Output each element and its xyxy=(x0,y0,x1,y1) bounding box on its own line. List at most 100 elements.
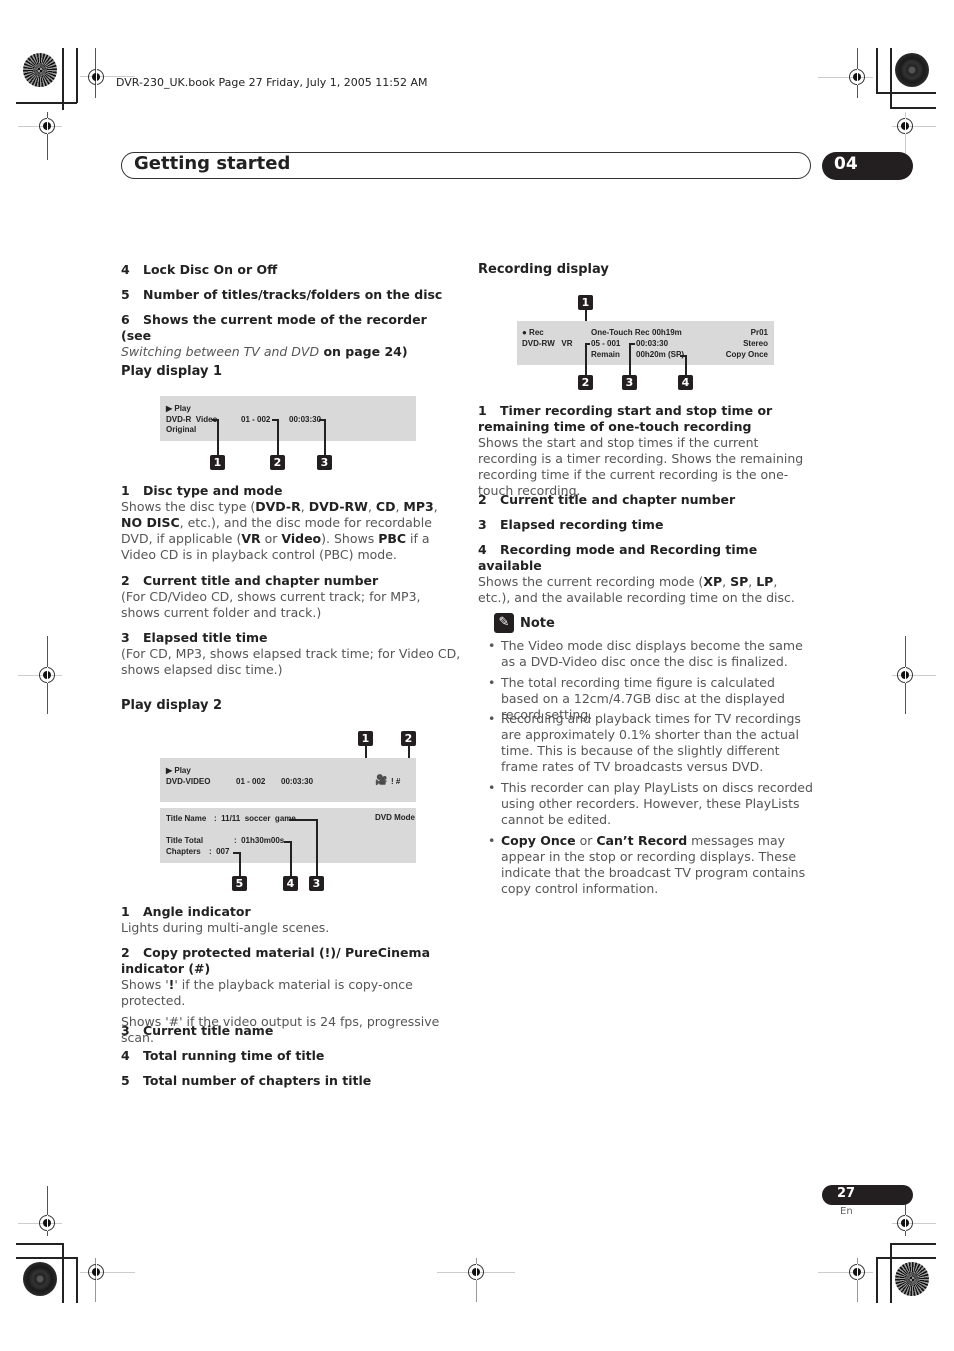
list-item: 5 Number of titles/tracks/folders on the … xyxy=(121,287,443,302)
lcd-time: 00:03:30 xyxy=(289,415,322,424)
lcd-available: 00h20m (SP) xyxy=(636,350,685,359)
lcd-disc-type: DVD-R Video xyxy=(166,415,218,424)
callout-badge: 3 xyxy=(317,455,332,470)
lcd-audio: Stereo xyxy=(743,339,768,348)
registration-target-icon xyxy=(39,667,55,683)
note-bullet: • The Video mode disc displays become the… xyxy=(488,638,803,669)
section-heading: Play display 1 xyxy=(121,364,223,379)
leader-line xyxy=(585,343,587,375)
lcd-title-total-value: : 01h30m00s xyxy=(234,836,285,845)
crop-line xyxy=(876,1257,936,1259)
item-description: Shows the start and stop times if the cu… xyxy=(478,435,804,498)
list-item: 2 Current title and chapter number xyxy=(478,492,736,507)
list-item: 1 Angle indicator Lights during multi-ang… xyxy=(121,904,461,936)
leader-line xyxy=(277,419,279,455)
lcd-disc-mode: Original xyxy=(166,425,197,434)
lcd-chapter: 05 - 001 xyxy=(591,339,621,348)
callout-badge: 4 xyxy=(678,375,693,390)
list-item: 1 Disc type and mode Shows the disc type … xyxy=(121,483,461,563)
list-item: 3 Elapsed recording time xyxy=(478,517,664,532)
list-item: 6 Shows the current mode of the recorder … xyxy=(121,312,427,359)
list-item: 2 Current title and chapter number (For C… xyxy=(121,573,461,621)
callout-badge: 3 xyxy=(309,876,324,891)
note-bullet: • This recorder can play PlayLists on dis… xyxy=(488,780,813,827)
list-item: 4 Recording mode and Recording time avail… xyxy=(478,542,813,606)
section-heading: Play display 2 xyxy=(121,698,223,713)
chapter-number-badge: 04 xyxy=(822,152,913,180)
leader-line xyxy=(217,419,219,455)
crop-line xyxy=(890,48,892,108)
angle-indicator-icon: 🎥 xyxy=(375,775,388,786)
language-label: En xyxy=(840,1206,853,1217)
list-item: 1 Timer recording start and stop time or … xyxy=(478,403,813,499)
lcd-chapter: 01 - 002 xyxy=(236,777,266,786)
list-item: 3 Current title name xyxy=(121,1023,274,1038)
print-header: DVR-230_UK.book Page 27 Friday, July 1, … xyxy=(116,76,428,89)
section-heading: Recording display xyxy=(478,262,609,277)
lcd-copy-status: Copy Once xyxy=(725,350,768,359)
lcd-status: ▶ Play xyxy=(166,766,191,775)
crop-line xyxy=(76,48,78,103)
list-item: 4 Lock Disc On or Off xyxy=(121,262,278,277)
crop-line xyxy=(16,102,77,104)
registration-target-icon xyxy=(849,1264,865,1280)
lcd-dvd-mode: DVD Mode xyxy=(375,813,415,822)
list-item: 4 Total running time of title xyxy=(121,1048,325,1063)
lcd-title-name-value: : 11/11 soccer game xyxy=(214,814,296,823)
registration-target-icon xyxy=(88,69,104,85)
registration-disc-icon xyxy=(895,1262,929,1296)
chapter-title: Getting started xyxy=(134,153,291,174)
leader-line xyxy=(289,819,317,821)
registration-target-icon xyxy=(897,1215,913,1231)
crop-line xyxy=(876,92,936,94)
callout-badge: 2 xyxy=(401,731,416,746)
callout-badge: 1 xyxy=(358,731,373,746)
lcd-channel: Pr01 xyxy=(750,328,768,337)
callout-badge: 5 xyxy=(232,876,247,891)
lcd-rec-status: ● Rec xyxy=(522,328,544,337)
lcd-chapter: 01 - 002 xyxy=(241,415,271,424)
crop-line xyxy=(76,1257,78,1303)
pencil-icon: ✎ xyxy=(494,613,514,633)
registration-disc-icon xyxy=(895,53,929,87)
crop-line xyxy=(890,107,936,109)
lcd-rec-type: One-Touch Rec xyxy=(591,328,650,337)
registration-target-icon xyxy=(39,118,55,134)
lcd-rec-remaining: 00h19m xyxy=(652,328,682,337)
crop-line xyxy=(876,48,878,93)
leader-line xyxy=(316,819,318,876)
cross-reference-link[interactable]: Switching between TV and DVD xyxy=(121,344,319,359)
note-bullet: • Copy Once or Can’t Record messages may … xyxy=(488,833,806,896)
registration-target-icon xyxy=(88,1264,104,1280)
crop-line xyxy=(16,1243,63,1245)
registration-target-icon xyxy=(849,69,865,85)
leader-line xyxy=(239,852,241,876)
note-heading: Note xyxy=(520,616,555,631)
list-item: 5 Total number of chapters in title xyxy=(121,1073,372,1088)
registration-disc-icon xyxy=(23,1262,57,1296)
callout-badge: 2 xyxy=(578,375,593,390)
crop-line xyxy=(890,1243,892,1303)
callout-badge: 2 xyxy=(270,455,285,470)
crop-line xyxy=(62,1243,64,1303)
registration-disc-icon xyxy=(23,53,57,87)
callout-badge: 1 xyxy=(578,295,593,310)
crop-line xyxy=(876,1257,878,1303)
leader-line xyxy=(629,343,631,375)
lcd-status: ▶ Play xyxy=(166,404,191,413)
lcd-time: 00:03:30 xyxy=(281,777,314,786)
lcd-title-name-label: Title Name xyxy=(166,814,207,823)
leader-line xyxy=(290,841,292,876)
lcd-elapsed: 00:03:30 xyxy=(636,339,669,348)
registration-target-icon xyxy=(39,1215,55,1231)
copy-protect-indicator: ! # xyxy=(391,777,401,786)
lcd-remain-label: Remain xyxy=(591,350,620,359)
leader-line xyxy=(685,355,687,375)
leader-line xyxy=(324,419,326,455)
callout-badge: 3 xyxy=(622,375,637,390)
callout-badge: 4 xyxy=(283,876,298,891)
item-description: (For CD, MP3, shows elapsed track time; … xyxy=(121,646,461,677)
registration-target-icon xyxy=(468,1264,484,1280)
registration-target-icon xyxy=(897,667,913,683)
registration-target-icon xyxy=(897,118,913,134)
